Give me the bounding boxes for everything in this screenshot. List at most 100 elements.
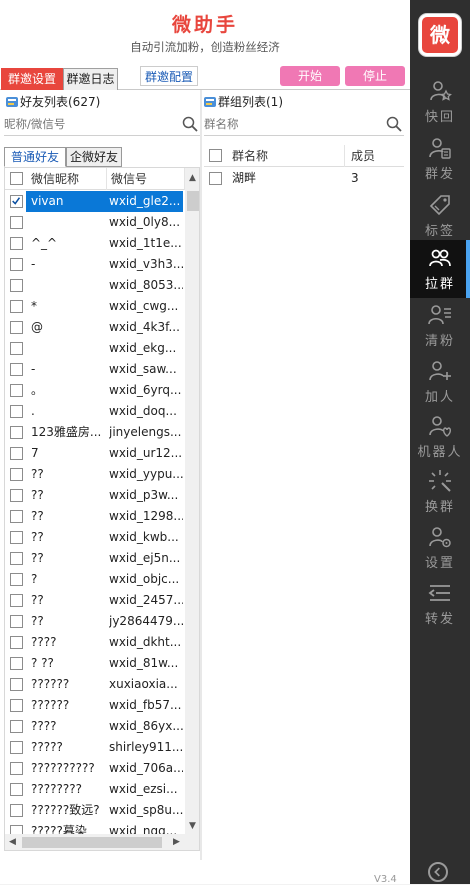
row-checkbox[interactable]: [10, 195, 23, 208]
select-all-groups-checkbox[interactable]: [209, 149, 222, 162]
table-row[interactable]: ?????????? wxid_706a...: [5, 758, 183, 779]
table-row[interactable]: ?? wxid_yypu...: [5, 464, 183, 485]
row-checkbox[interactable]: [10, 489, 23, 502]
table-row[interactable]: wxid_ekg...: [5, 338, 183, 359]
col-nickname[interactable]: 微信昵称: [26, 168, 107, 190]
select-all-checkbox[interactable]: [10, 172, 23, 185]
row-checkbox[interactable]: [10, 342, 23, 355]
start-button[interactable]: 开始: [280, 66, 340, 86]
row-checkbox[interactable]: [10, 615, 23, 628]
row-checkbox[interactable]: [10, 468, 23, 481]
row-checkbox[interactable]: [10, 552, 23, 565]
col-wechat-id[interactable]: 微信号: [107, 168, 185, 190]
table-row[interactable]: ^_^ wxid_1t1e...: [5, 233, 183, 254]
table-row[interactable]: ???????? wxid_ezsi...: [5, 779, 183, 800]
table-row[interactable]: ???? wxid_dkht...: [5, 632, 183, 653]
row-checkbox[interactable]: [10, 426, 23, 439]
sidebar-item-7[interactable]: 换群: [410, 463, 470, 521]
sidebar-item-1[interactable]: 群发: [410, 130, 470, 188]
row-checkbox[interactable]: [10, 279, 23, 292]
tab-group-invite-log[interactable]: 群邀日志: [63, 68, 118, 90]
table-row[interactable]: ? wxid_objc...: [5, 569, 183, 590]
table-row[interactable]: ??????致远? wxid_sp8u...: [5, 800, 183, 821]
row-checkbox[interactable]: [10, 510, 23, 523]
row-checkbox[interactable]: [10, 531, 23, 544]
sidebar-item-2[interactable]: 标签: [410, 187, 470, 245]
table-row[interactable]: * wxid_cwg...: [5, 296, 183, 317]
row-checkbox[interactable]: [10, 237, 23, 250]
tab-group-invite-settings[interactable]: 群邀设置: [1, 68, 63, 90]
group-invite-config-button[interactable]: 群邀配置: [140, 66, 198, 86]
table-row[interactable]: ?? wxid_1298...: [5, 506, 183, 527]
row-checkbox[interactable]: [10, 699, 23, 712]
row-checkbox[interactable]: [10, 741, 23, 754]
vertical-scroll-thumb[interactable]: [187, 191, 199, 211]
sidebar-item-9[interactable]: 转发: [410, 575, 470, 633]
sidebar-item-8[interactable]: 设置: [410, 519, 470, 577]
table-row[interactable]: ?? jy2864479...: [5, 611, 183, 632]
table-row[interactable]: @ wxid_4k3f...: [5, 317, 183, 338]
sidebar-item-0[interactable]: 快回: [410, 73, 470, 131]
row-checkbox[interactable]: [209, 172, 222, 185]
table-row[interactable]: wxid_8053...: [5, 275, 183, 296]
table-row[interactable]: wxid_0ly8...: [5, 212, 183, 233]
table-row[interactable]: ?? wxid_p3w...: [5, 485, 183, 506]
row-checkbox[interactable]: [10, 720, 23, 733]
tab-enterprise-friends[interactable]: 企微好友: [66, 147, 122, 167]
row-checkbox[interactable]: [10, 636, 23, 649]
row-checkbox[interactable]: [10, 258, 23, 271]
scroll-up-icon[interactable]: ▲: [189, 173, 196, 183]
search-icon[interactable]: [182, 116, 198, 132]
col-group-name[interactable]: 群名称: [225, 145, 345, 167]
collapse-icon[interactable]: [428, 862, 448, 882]
table-row[interactable]: 湖畔 3: [204, 168, 404, 185]
table-row[interactable]: ?? wxid_ej5n...: [5, 548, 183, 569]
table-row[interactable]: ?? wxid_2457...: [5, 590, 183, 611]
table-row[interactable]: ?????? wxid_fb57...: [5, 695, 183, 716]
table-row[interactable]: ?????? xuxiaoxia...: [5, 674, 183, 695]
table-row[interactable]: - wxid_v3h3...: [5, 254, 183, 275]
table-row[interactable]: ???? wxid_86yx...: [5, 716, 183, 737]
row-checkbox[interactable]: [10, 300, 23, 313]
cell-nickname: ????: [31, 719, 57, 733]
table-row[interactable]: - wxid_saw...: [5, 359, 183, 380]
search-icon[interactable]: [386, 116, 402, 132]
row-checkbox[interactable]: [10, 216, 23, 229]
table-row[interactable]: ? ?? wxid_81w...: [5, 653, 183, 674]
horizontal-scrollbar[interactable]: ◀ ▶: [5, 834, 199, 850]
table-row[interactable]: vivan wxid_gle2...: [5, 191, 183, 212]
sidebar-item-6[interactable]: 机器人: [410, 408, 470, 466]
table-row[interactable]: ????? shirley911...: [5, 737, 183, 758]
row-checkbox[interactable]: [10, 363, 23, 376]
sidebar-item-4[interactable]: 清粉: [410, 297, 470, 355]
row-checkbox[interactable]: [10, 762, 23, 775]
row-checkbox[interactable]: [10, 447, 23, 460]
table-row[interactable]: 123雅盛房... jinyelengs...: [5, 422, 183, 443]
scroll-down-icon[interactable]: ▼: [189, 821, 196, 831]
row-checkbox[interactable]: [10, 657, 23, 670]
horizontal-scroll-thumb[interactable]: [22, 837, 162, 848]
col-members[interactable]: 成员: [345, 145, 404, 167]
table-row[interactable]: ?? wxid_kwb...: [5, 527, 183, 548]
tab-normal-friends[interactable]: 普通好友: [4, 147, 66, 167]
row-checkbox[interactable]: [10, 678, 23, 691]
table-row[interactable]: 7 wxid_ur12...: [5, 443, 183, 464]
row-checkbox[interactable]: [10, 384, 23, 397]
stop-button[interactable]: 停止: [345, 66, 405, 86]
vertical-scrollbar[interactable]: ▲ ▼: [185, 168, 199, 834]
sidebar-item-5[interactable]: 加人: [410, 353, 470, 411]
row-checkbox[interactable]: [10, 594, 23, 607]
groups-search-input[interactable]: [204, 114, 364, 134]
scroll-right-icon[interactable]: ▶: [173, 837, 180, 847]
row-checkbox[interactable]: [10, 783, 23, 796]
row-checkbox[interactable]: [10, 573, 23, 586]
scroll-left-icon[interactable]: ◀: [9, 837, 16, 847]
row-checkbox[interactable]: [10, 321, 23, 334]
table-row[interactable]: 。 wxid_6yrq...: [5, 380, 183, 401]
row-checkbox[interactable]: [10, 405, 23, 418]
friends-search-input[interactable]: [4, 114, 164, 134]
sidebar-item-3[interactable]: 拉群: [410, 240, 470, 298]
cell-wechat-id: wxid_ezsi...: [109, 782, 178, 796]
row-checkbox[interactable]: [10, 804, 23, 817]
table-row[interactable]: . wxid_doq...: [5, 401, 183, 422]
